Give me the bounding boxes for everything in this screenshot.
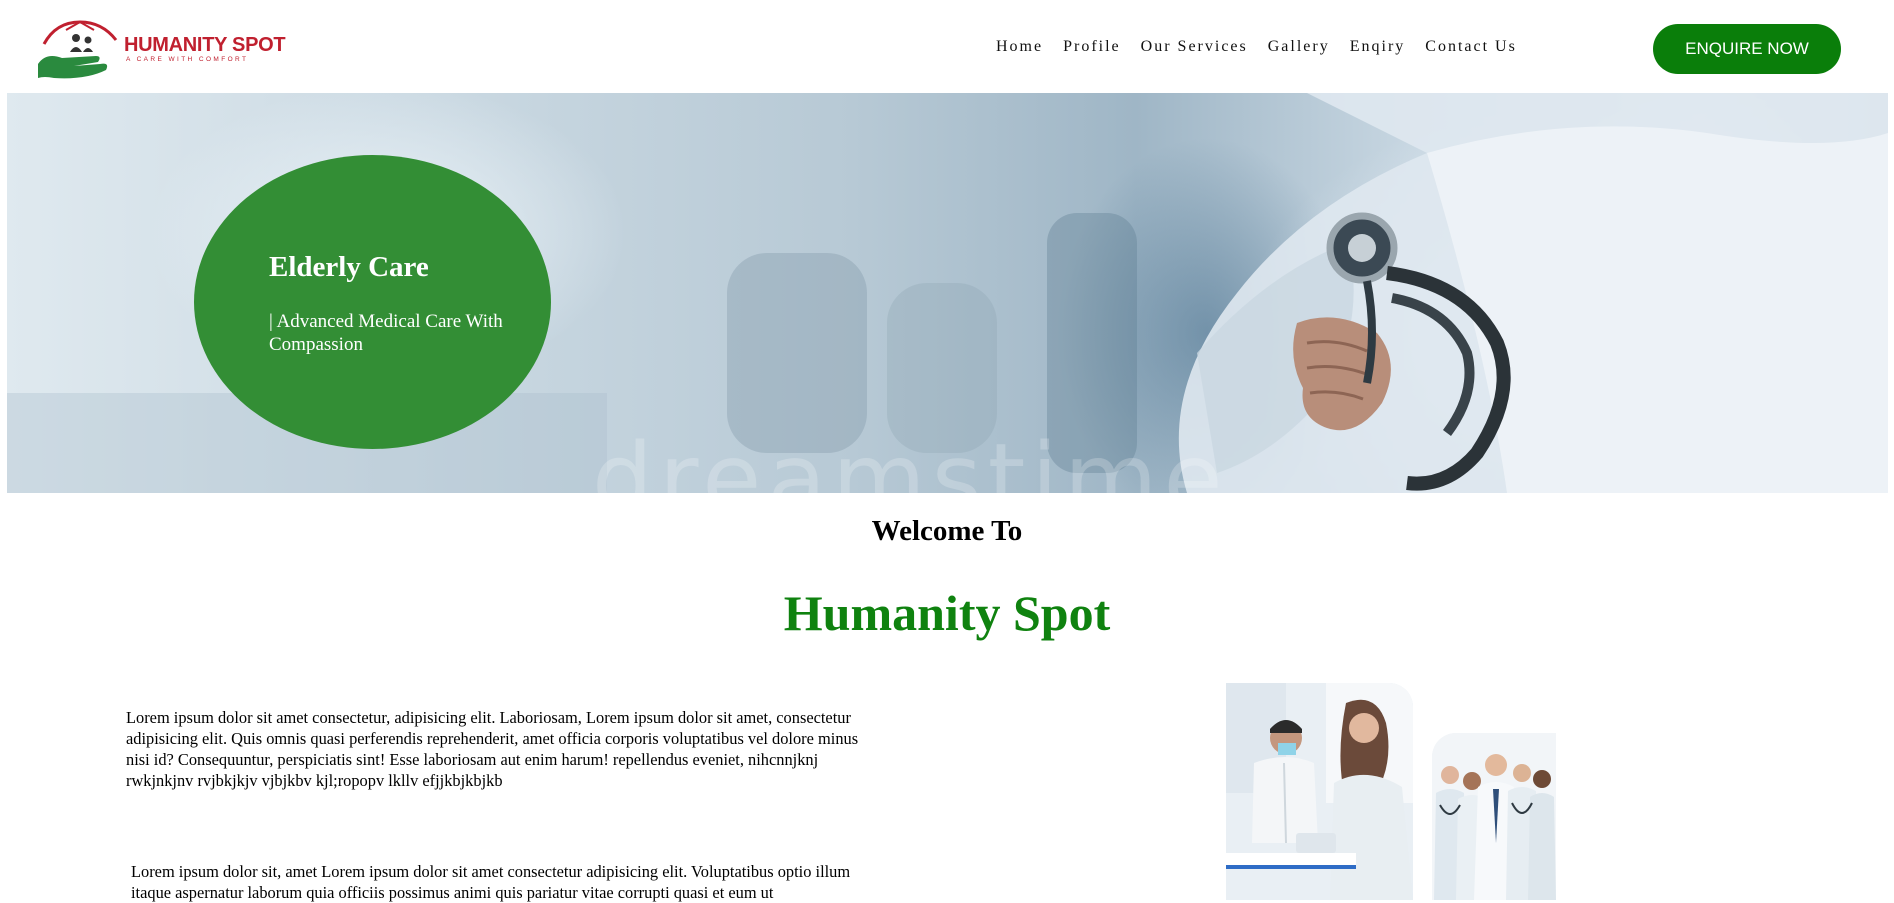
hero-watermark: dreamstime <box>592 423 1229 493</box>
nav-our-services[interactable]: Our Services <box>1141 38 1248 56</box>
nav-home[interactable]: Home <box>996 38 1043 56</box>
hero-banner: dreamstime Elderly Care | Advanced Medic… <box>7 93 1888 493</box>
house-family-hand-icon <box>38 20 118 79</box>
medical-team-image <box>1432 733 1556 900</box>
site-header: HUMANITY SPOT A CARE WITH COMFORT Home P… <box>0 0 1894 93</box>
doctor-patient-illustration <box>1226 683 1413 900</box>
brand-name: HUMANITY SPOT <box>124 34 286 56</box>
nav-gallery[interactable]: Gallery <box>1268 38 1330 56</box>
brand-logo[interactable]: HUMANITY SPOT A CARE WITH COMFORT <box>36 18 286 80</box>
nav-profile[interactable]: Profile <box>1063 38 1121 56</box>
main-nav: Home Profile Our Services Gallery Enqiry… <box>996 38 1537 56</box>
enquire-now-button[interactable]: ENQUIRE NOW <box>1653 24 1841 74</box>
intro-paragraph-1: Lorem ipsum dolor sit amet consectetur, … <box>126 708 859 790</box>
medical-team-illustration <box>1432 733 1556 900</box>
brand-tagline: A CARE WITH COMFORT <box>126 56 249 63</box>
nav-enqiry[interactable]: Enqiry <box>1350 38 1406 56</box>
hero-caption-circle: Elderly Care | Advanced Medical Care Wit… <box>194 155 551 449</box>
intro-paragraph-2: Lorem ipsum dolor sit, amet Lorem ipsum … <box>131 862 851 902</box>
brand-heading: Humanity Spot <box>783 585 1111 641</box>
nav-contact-us[interactable]: Contact Us <box>1425 38 1517 56</box>
doctor-patient-image <box>1226 683 1413 900</box>
hero-subtitle: | Advanced Medical Care With Compassion <box>269 311 503 355</box>
hero-title: Elderly Care <box>269 251 429 283</box>
welcome-heading: Welcome To <box>871 515 1023 547</box>
